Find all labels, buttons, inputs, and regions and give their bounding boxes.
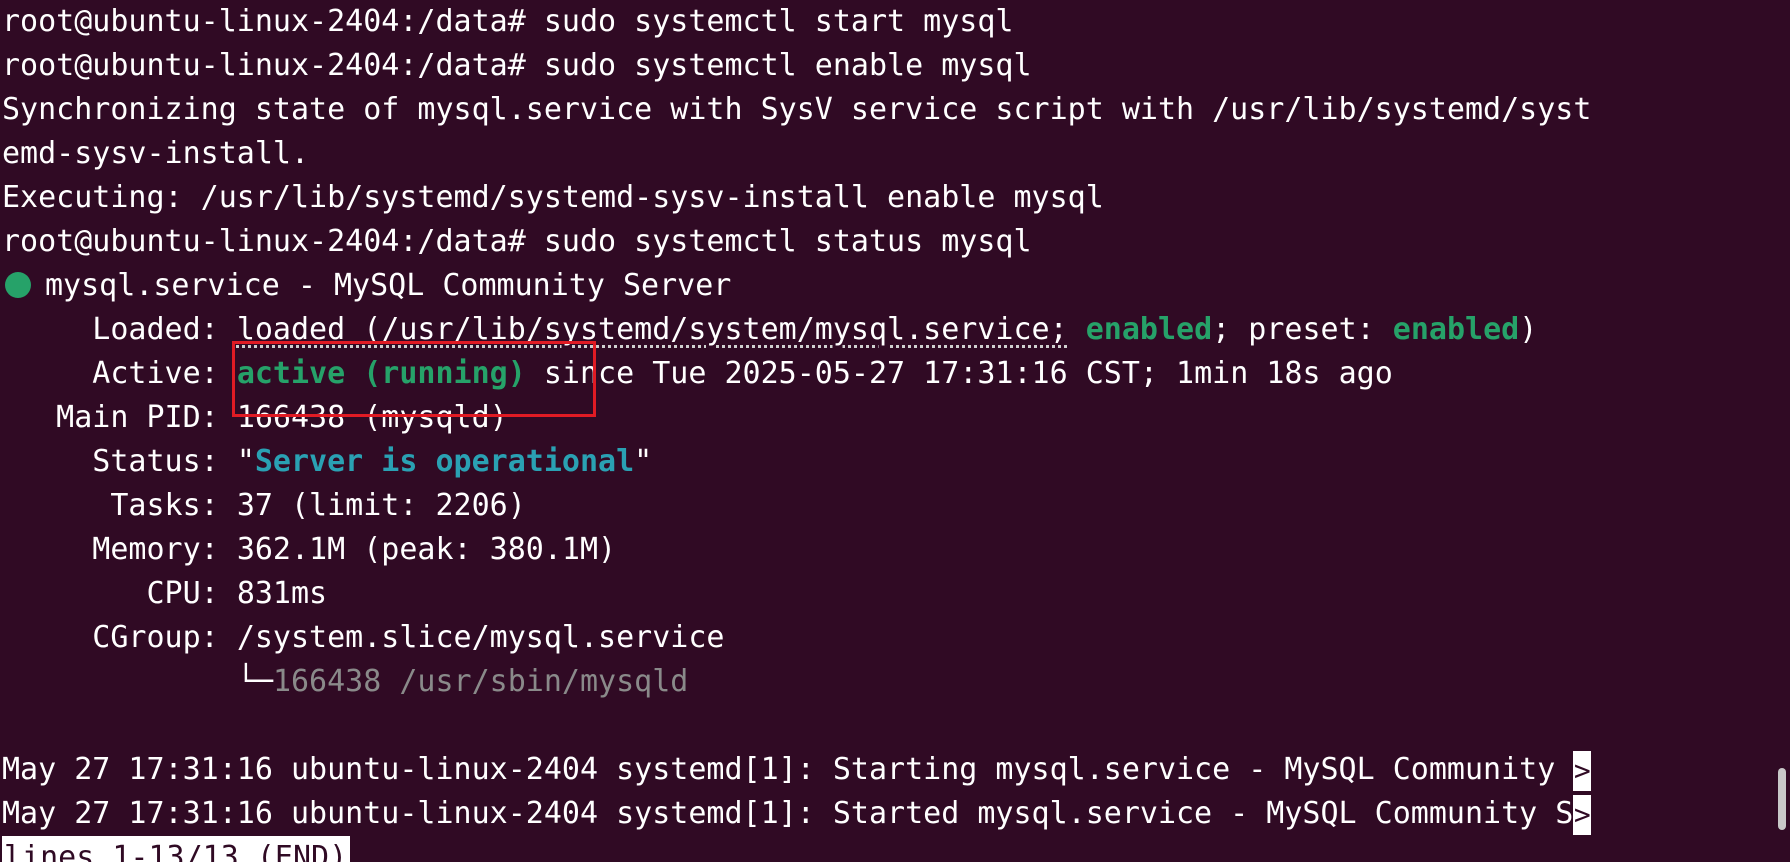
tree-prefix: └─	[2, 664, 273, 699]
terminal-window[interactable]: root@ubuntu-linux-2404:/data# sudo syste…	[0, 0, 1790, 862]
tasks-line: Tasks: 37 (limit: 2206)	[2, 484, 1790, 528]
cpu-line: CPU: 831ms	[2, 572, 1790, 616]
active-since: since Tue 2025-05-27 17:31:16 CST; 1min …	[525, 356, 1393, 391]
loaded-enabled: enabled	[1085, 312, 1213, 347]
pager-status: lines 1-13/13 (END)	[2, 836, 351, 862]
cgroup-val: /system.slice/mysql.service	[236, 620, 725, 655]
cgroup-key: CGroup:	[2, 620, 237, 655]
terminal-line: emd-sysv-install.	[2, 136, 310, 171]
status-val: Server is operational	[254, 444, 635, 479]
pid-key: Main PID:	[2, 400, 237, 435]
truncation-arrow-icon: >	[1573, 794, 1592, 835]
loaded-line: Loaded: loaded (/usr/lib/systemd/system/…	[2, 308, 1790, 352]
tasks-val: 37 (limit: 2206)	[236, 488, 526, 523]
loaded-space	[1068, 312, 1086, 347]
tree-val: 166438 /usr/sbin/mysqld	[272, 664, 689, 699]
status-key: Status:	[2, 444, 237, 479]
status-quote-close: "	[634, 444, 653, 479]
loaded-end: )	[1519, 312, 1538, 347]
pager-line: lines 1-13/13 (END)	[2, 836, 1790, 862]
status-dot-icon	[5, 272, 31, 298]
journal-line: May 27 17:31:16 ubuntu-linux-2404 system…	[2, 792, 1790, 836]
memory-line: Memory: 362.1M (peak: 380.1M)	[2, 528, 1790, 572]
cgroup-tree-line: └─166438 /usr/sbin/mysqld	[2, 660, 1790, 704]
status-line: Status: "Server is operational"	[2, 440, 1790, 484]
active-state: active (running)	[236, 356, 526, 391]
scrollbar-thumb[interactable]	[1778, 768, 1786, 830]
tasks-key: Tasks:	[2, 488, 237, 523]
active-line: Active: active (running) since Tue 2025-…	[2, 352, 1790, 396]
terminal-line: Executing: /usr/lib/systemd/systemd-sysv…	[2, 180, 1104, 215]
loaded-preset: enabled	[1392, 312, 1520, 347]
loaded-key: Loaded:	[2, 312, 237, 347]
terminal-line: root@ubuntu-linux-2404:/data# sudo syste…	[2, 48, 1032, 83]
truncation-arrow-icon: >	[1573, 750, 1592, 791]
journal-line: May 27 17:31:16 ubuntu-linux-2404 system…	[2, 748, 1790, 792]
pid-val: 166438 (mysqld)	[236, 400, 508, 435]
memory-key: Memory:	[2, 532, 237, 567]
memory-val: 362.1M (peak: 380.1M)	[236, 532, 617, 567]
loaded-mid: ; preset:	[1212, 312, 1393, 347]
active-key: Active:	[2, 356, 237, 391]
cpu-key: CPU:	[2, 576, 237, 611]
journal-text: May 27 17:31:16 ubuntu-linux-2404 system…	[2, 752, 1574, 787]
service-header-line: mysql.service - MySQL Community Server	[2, 264, 1790, 308]
main-pid-line: Main PID: 166438 (mysqld)	[2, 396, 1790, 440]
status-quote-open: "	[236, 444, 255, 479]
cgroup-line: CGroup: /system.slice/mysql.service	[2, 616, 1790, 660]
service-title: mysql.service - MySQL Community Server	[45, 268, 732, 303]
journal-text: May 27 17:31:16 ubuntu-linux-2404 system…	[2, 796, 1574, 831]
terminal-line: root@ubuntu-linux-2404:/data# sudo syste…	[2, 224, 1032, 259]
terminal-line: root@ubuntu-linux-2404:/data# sudo syste…	[2, 4, 1014, 39]
cpu-val: 831ms	[236, 576, 328, 611]
loaded-path: loaded (/usr/lib/systemd/system/mysql.se…	[236, 312, 1068, 347]
terminal-line: Synchronizing state of mysql.service wit…	[2, 92, 1592, 127]
